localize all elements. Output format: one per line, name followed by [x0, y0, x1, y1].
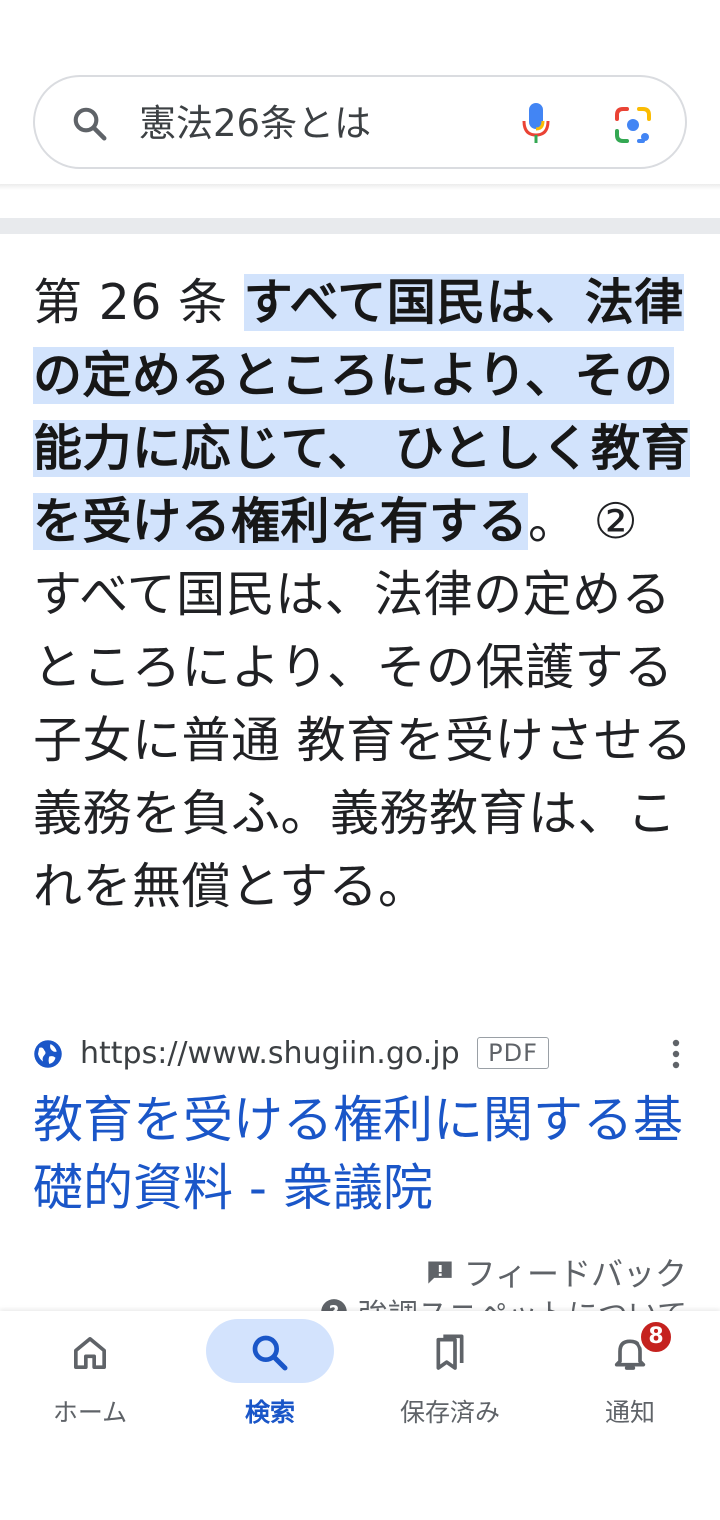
- header-divider: [0, 184, 720, 190]
- nav-saved-label: 保存済み: [399, 1398, 500, 1427]
- camera-lens-icon[interactable]: [613, 105, 653, 145]
- notification-badge: 8: [638, 1319, 674, 1355]
- result-url[interactable]: https://www.shugiin.go.jp: [80, 1034, 460, 1074]
- feedback-label: フィードバック: [463, 1255, 687, 1293]
- globe-icon: [34, 1040, 62, 1068]
- search-icon[interactable]: [71, 105, 109, 143]
- nav-home-label: ホーム: [52, 1398, 128, 1427]
- bookmark-icon: [436, 1334, 464, 1370]
- microphone-icon[interactable]: [521, 101, 551, 145]
- snippet-prefix: 第 26 条: [33, 274, 244, 331]
- featured-snippet: 第 26 条 すべて国民は、法律の定めるところにより、その能力に応じて、 ひとし…: [33, 266, 693, 923]
- nav-saved[interactable]: 保存済み: [360, 1311, 540, 1441]
- bottom-navigation: ホーム 検索 保存済み 8 通知: [0, 1311, 720, 1520]
- feedback-link[interactable]: フィードバック: [426, 1252, 687, 1293]
- nav-search[interactable]: 検索: [180, 1311, 360, 1441]
- pdf-badge: PDF: [477, 1037, 549, 1069]
- search-bar[interactable]: 憲法26条とは: [33, 75, 687, 169]
- page: 憲法26条とは 第 26 条 すべて国民は、法律の定めるところにより、その能力に…: [0, 0, 720, 1520]
- nav-home[interactable]: ホーム: [0, 1311, 180, 1441]
- section-separator: [0, 218, 720, 234]
- snippet-rest: 。 ② すべて国民は、法律の定めるところにより、その保護する子女に普通 教育を受…: [33, 493, 693, 915]
- home-icon: [74, 1337, 106, 1369]
- nav-notifications[interactable]: 8 通知: [540, 1311, 720, 1441]
- result-title-link[interactable]: 教育を受ける権利に関する基礎的資料 - 衆議院: [33, 1086, 693, 1222]
- search-input[interactable]: 憲法26条とは: [139, 99, 371, 149]
- nav-notifications-label: 通知: [604, 1398, 655, 1427]
- feedback-icon: [427, 1261, 452, 1284]
- result-source[interactable]: https://www.shugiin.go.jp PDF: [33, 1034, 693, 1074]
- nav-search-label: 検索: [244, 1398, 295, 1427]
- more-vert-icon[interactable]: [663, 1036, 689, 1072]
- search-icon: [252, 1335, 288, 1371]
